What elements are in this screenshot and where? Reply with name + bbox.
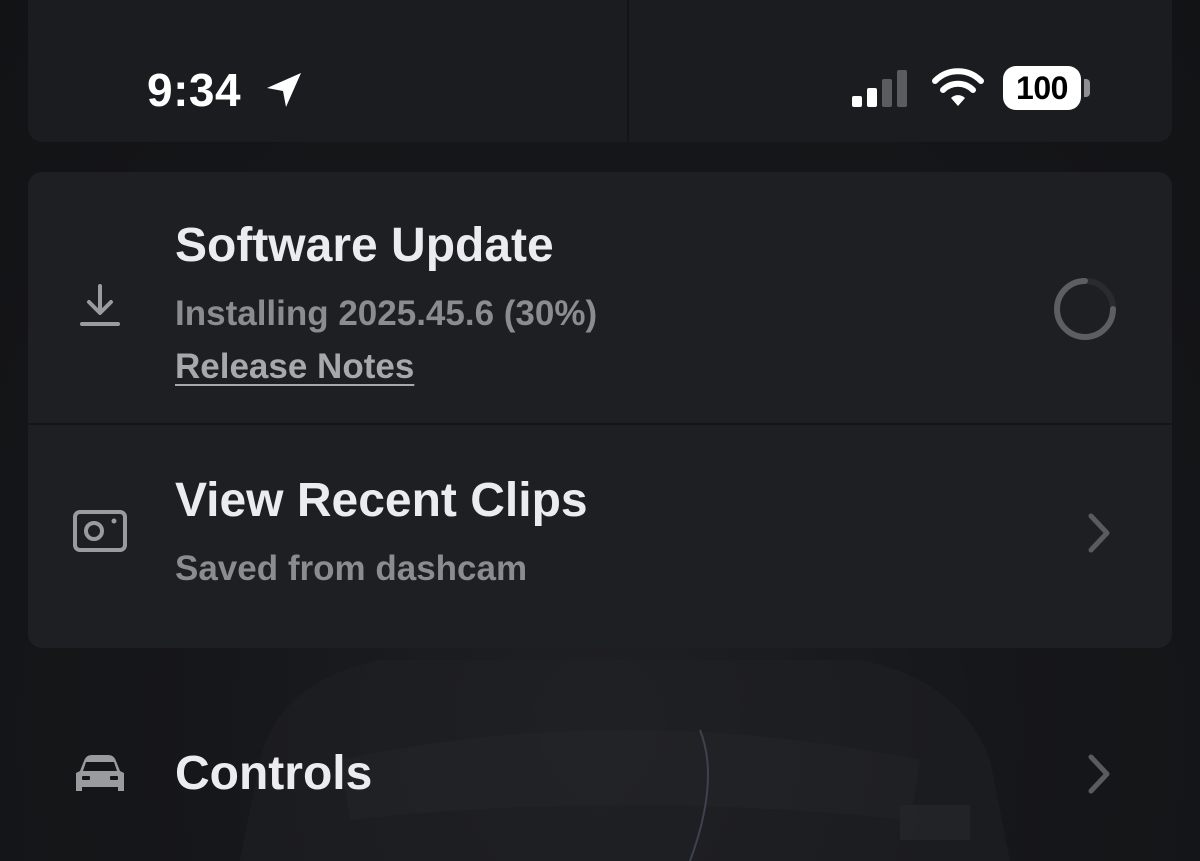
- view-recent-clips-row[interactable]: View Recent Clips Saved from dashcam: [28, 425, 1172, 648]
- location-arrow-icon: [267, 73, 301, 107]
- download-icon: [80, 284, 120, 326]
- status-time: 9:34: [147, 64, 242, 116]
- dashcam-icon: [73, 510, 127, 552]
- battery-tip: [1084, 79, 1090, 97]
- view-recent-clips-title: View Recent Clips: [175, 474, 588, 527]
- status-bar: 9:34 100: [0, 0, 1200, 130]
- controls-title: Controls: [175, 747, 373, 800]
- release-notes-link[interactable]: Release Notes: [175, 345, 414, 389]
- view-recent-clips-subtitle: Saved from dashcam: [175, 549, 528, 588]
- car-icon: [76, 755, 124, 791]
- battery-icon: 100: [1003, 66, 1081, 110]
- actions-card: Software Update Installing 2025.45.6 (30…: [28, 172, 1172, 648]
- chevron-right-icon: [1088, 513, 1110, 553]
- controls-row[interactable]: Controls: [28, 720, 1172, 830]
- app-screen: 9:34 100 Software Update Installing 2025…: [0, 0, 1200, 861]
- chevron-right-icon: [1088, 754, 1110, 794]
- cellular-signal-icon: [852, 70, 907, 107]
- wifi-icon: [932, 68, 984, 106]
- loading-spinner-icon: [1054, 278, 1116, 340]
- software-update-row[interactable]: Software Update Installing 2025.45.6 (30…: [28, 172, 1172, 423]
- software-update-title: Software Update: [175, 219, 554, 272]
- software-update-status: Installing 2025.45.6 (30%): [175, 294, 598, 333]
